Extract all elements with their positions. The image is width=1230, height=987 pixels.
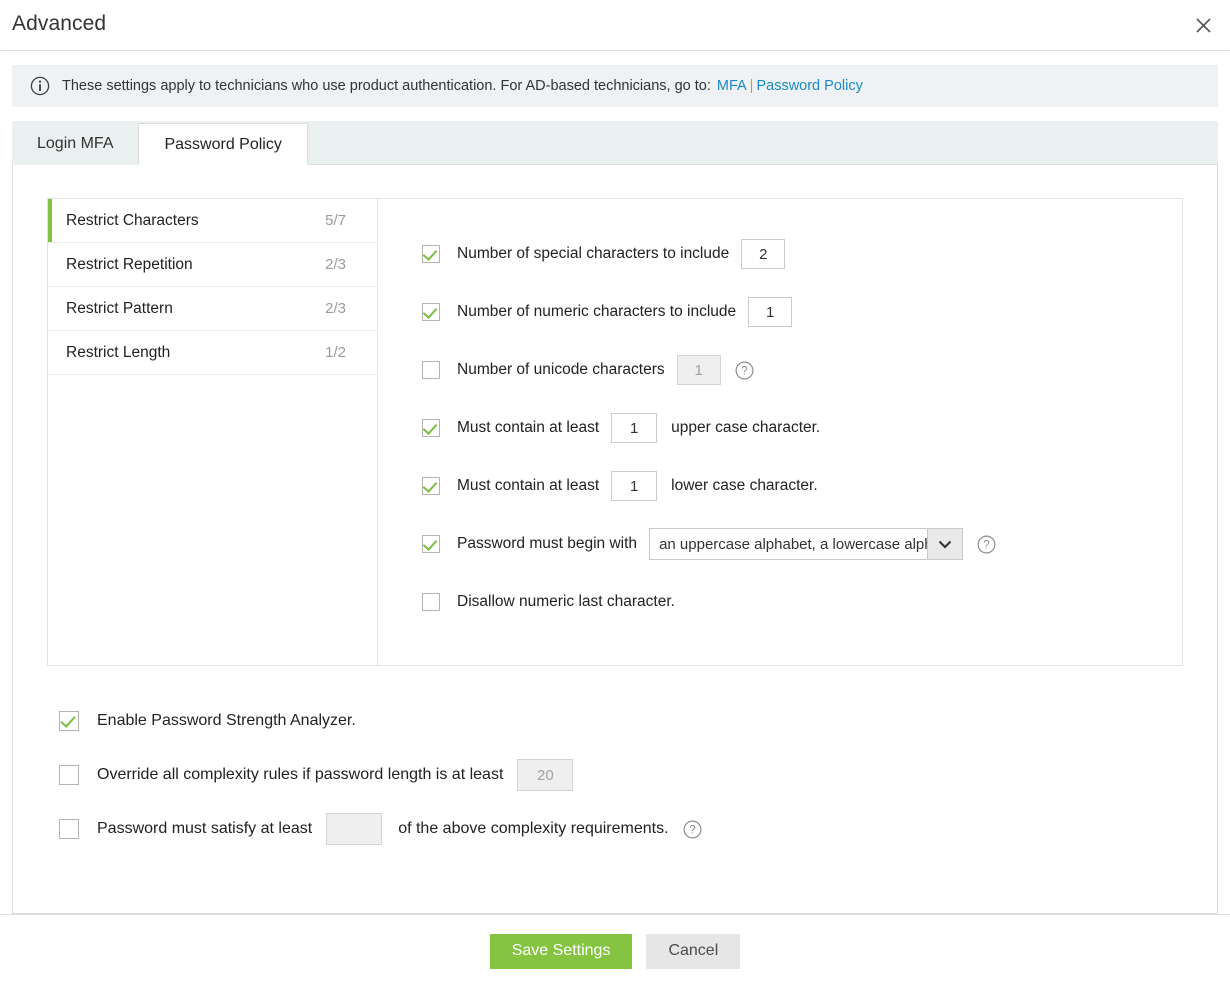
tabstrip-filler <box>308 122 1218 164</box>
option-label-disallow-numeric-last: Disallow numeric last character. <box>457 593 675 611</box>
svg-text:?: ? <box>741 365 747 377</box>
mfa-link[interactable]: MFA <box>717 78 747 94</box>
rule-count: 2/3 <box>325 256 346 273</box>
tab-login-mfa[interactable]: Login MFA <box>12 123 138 165</box>
option-label-begin-with: Password must begin with <box>457 535 637 553</box>
info-banner-text: These settings apply to technicians who … <box>62 78 711 94</box>
option-row-disallow-numeric-last: Disallow numeric last character. <box>422 573 1182 631</box>
global-options: Enable Password Strength Analyzer. Overr… <box>47 666 1183 856</box>
rule-count: 2/3 <box>325 300 346 317</box>
option-label-upper-case-pre: Must contain at least <box>457 419 599 437</box>
global-row-strength-analyzer: Enable Password Strength Analyzer. <box>59 694 1183 748</box>
help-icon-unicode[interactable]: ? <box>735 361 754 380</box>
override-complexity-input <box>517 759 573 791</box>
global-label-satisfy-at-least-pre: Password must satisfy at least <box>97 820 312 838</box>
lower-case-input[interactable] <box>611 471 657 501</box>
checkbox-disallow-numeric-last[interactable] <box>422 593 440 611</box>
password-policy-link[interactable]: Password Policy <box>756 78 862 94</box>
global-label-strength-analyzer: Enable Password Strength Analyzer. <box>97 712 356 730</box>
option-row-unicode-characters: Number of unicode characters ? <box>422 341 1182 399</box>
rule-label: Restrict Pattern <box>66 300 173 318</box>
tabstrip: Login MFA Password Policy <box>12 121 1218 165</box>
rule-label: Restrict Repetition <box>66 256 193 274</box>
option-label-numeric-characters: Number of numeric characters to include <box>457 303 736 321</box>
option-row-upper-case: Must contain at least upper case charact… <box>422 399 1182 457</box>
rule-count: 1/2 <box>325 344 346 361</box>
option-label-lower-case-pre: Must contain at least <box>457 477 599 495</box>
sidebar-item-restrict-pattern[interactable]: Restrict Pattern 2/3 <box>48 287 377 331</box>
svg-text:?: ? <box>983 539 989 551</box>
option-row-begin-with: Password must begin with an uppercase al… <box>422 515 1182 573</box>
tab-password-policy[interactable]: Password Policy <box>138 123 307 165</box>
option-row-numeric-characters: Number of numeric characters to include <box>422 283 1182 341</box>
upper-case-input[interactable] <box>611 413 657 443</box>
sidebar-item-restrict-length[interactable]: Restrict Length 1/2 <box>48 331 377 375</box>
global-label-override-complexity: Override all complexity rules if passwor… <box>97 766 503 784</box>
option-label-lower-case-post: lower case character. <box>671 477 817 495</box>
option-label-unicode-characters: Number of unicode characters <box>457 361 665 379</box>
rule-count: 5/7 <box>325 212 346 229</box>
checkbox-numeric-characters[interactable] <box>422 303 440 321</box>
rule-list: Restrict Characters 5/7 Restrict Repetit… <box>48 199 378 665</box>
link-separator: | <box>747 78 757 94</box>
global-row-override-complexity: Override all complexity rules if passwor… <box>59 748 1183 802</box>
checkbox-strength-analyzer[interactable] <box>59 711 79 731</box>
password-policy-panel: Restrict Characters 5/7 Restrict Repetit… <box>12 165 1218 914</box>
info-banner: These settings apply to technicians who … <box>12 65 1218 107</box>
checkbox-satisfy-at-least[interactable] <box>59 819 79 839</box>
sidebar-item-restrict-characters[interactable]: Restrict Characters 5/7 <box>48 199 377 243</box>
dialog-footer: Save Settings Cancel <box>0 914 1230 987</box>
checkbox-begin-with[interactable] <box>422 535 440 553</box>
info-strip-container: These settings apply to technicians who … <box>0 51 1230 107</box>
option-label-upper-case-post: upper case character. <box>671 419 820 437</box>
help-icon-begin-with[interactable]: ? <box>977 535 996 554</box>
begin-with-select-value: an uppercase alphabet, a lowercase alpha… <box>650 529 927 559</box>
policy-split-view: Restrict Characters 5/7 Restrict Repetit… <box>47 198 1183 666</box>
advanced-settings-dialog: Advanced These settings apply to technic… <box>0 0 1230 987</box>
page-title: Advanced <box>12 12 106 36</box>
dialog-titlebar: Advanced <box>0 0 1230 51</box>
option-label-special-characters: Number of special characters to include <box>457 245 729 263</box>
checkbox-special-characters[interactable] <box>422 245 440 263</box>
checkbox-upper-case[interactable] <box>422 419 440 437</box>
chevron-down-icon[interactable] <box>927 529 962 559</box>
info-circle-icon <box>30 76 50 96</box>
save-settings-button[interactable]: Save Settings <box>490 934 633 969</box>
global-label-satisfy-at-least-post: of the above complexity requirements. <box>398 820 668 838</box>
help-icon-satisfy-at-least[interactable]: ? <box>683 820 702 839</box>
checkbox-override-complexity[interactable] <box>59 765 79 785</box>
numeric-characters-input[interactable] <box>748 297 792 327</box>
rule-label: Restrict Characters <box>66 212 199 230</box>
checkbox-lower-case[interactable] <box>422 477 440 495</box>
sidebar-item-restrict-repetition[interactable]: Restrict Repetition 2/3 <box>48 243 377 287</box>
satisfy-at-least-input[interactable] <box>326 813 382 845</box>
special-characters-input[interactable] <box>741 239 785 269</box>
rule-label: Restrict Length <box>66 344 170 362</box>
cancel-button[interactable]: Cancel <box>646 934 740 969</box>
option-row-special-characters: Number of special characters to include <box>422 225 1182 283</box>
close-icon[interactable] <box>1186 8 1220 42</box>
option-row-lower-case: Must contain at least lower case charact… <box>422 457 1182 515</box>
options-area: Number of special characters to include … <box>378 199 1182 665</box>
begin-with-select[interactable]: an uppercase alphabet, a lowercase alpha… <box>649 528 963 560</box>
global-row-satisfy-at-least: Password must satisfy at least of the ab… <box>59 802 1183 856</box>
checkbox-unicode-characters[interactable] <box>422 361 440 379</box>
svg-text:?: ? <box>689 824 695 836</box>
unicode-characters-input <box>677 355 721 385</box>
